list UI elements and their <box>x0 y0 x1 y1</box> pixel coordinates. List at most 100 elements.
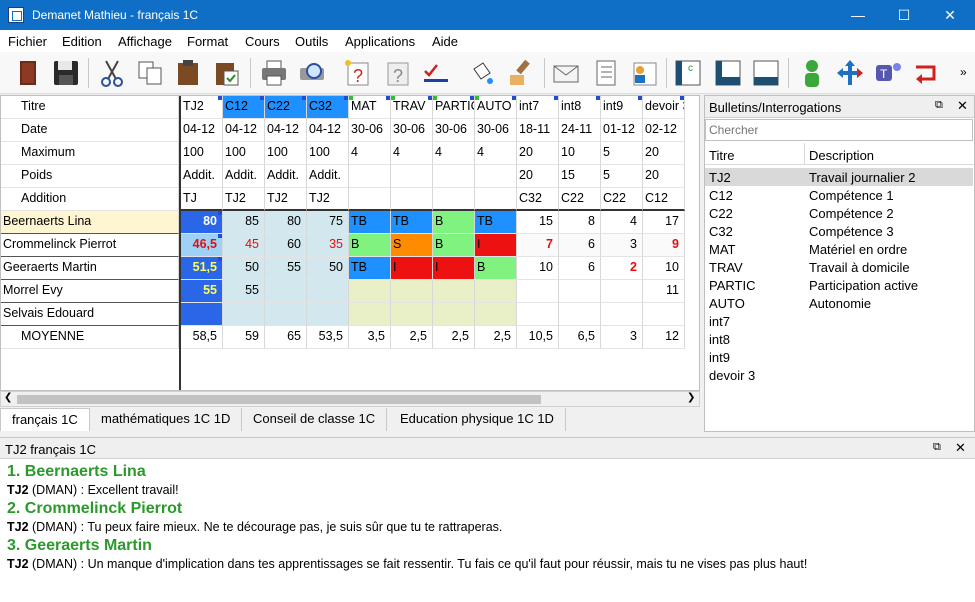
tab-education-physique-1c-1d[interactable]: Education physique 1C 1D <box>389 408 566 431</box>
list-form-icon[interactable] <box>590 57 622 89</box>
grade-cell[interactable]: I <box>475 234 517 257</box>
grade-cell[interactable] <box>559 303 601 326</box>
col-titre[interactable]: devoir 3 <box>643 96 685 119</box>
student-name[interactable]: Selvais Edouard <box>1 303 179 326</box>
menu-aide[interactable]: Aide <box>432 34 458 49</box>
grade-cell[interactable] <box>601 303 643 326</box>
tab-francais-1c[interactable]: français 1C <box>0 408 90 431</box>
book-icon[interactable] <box>12 57 44 89</box>
list-item[interactable]: C22 Compétence 2 <box>705 204 973 222</box>
grade-cell[interactable]: S <box>391 234 433 257</box>
student-name[interactable]: Crommelinck Pierrot <box>1 234 179 257</box>
col-titre[interactable]: PARTIC <box>433 96 475 119</box>
panel-close-icon[interactable]: ✕ <box>955 440 966 456</box>
grade-cell[interactable]: I <box>391 257 433 280</box>
grade-cell[interactable]: 11 <box>643 280 685 303</box>
print-icon[interactable] <box>258 57 290 89</box>
grade-cell[interactable]: TB <box>349 257 391 280</box>
grade-cell[interactable] <box>181 303 223 326</box>
grade-cell[interactable] <box>265 303 307 326</box>
restore-icon[interactable]: ⧉ <box>933 441 941 454</box>
grade-cell[interactable]: 51,5 <box>181 257 223 280</box>
list-item[interactable]: C32 Compétence 3 <box>705 222 973 240</box>
grade-cell[interactable]: 2 <box>601 257 643 280</box>
grade-cell[interactable] <box>475 303 517 326</box>
tab-conseil-de-classe-1c[interactable]: Conseil de classe 1C <box>242 408 388 431</box>
col-titre[interactable]: AUTO <box>475 96 517 119</box>
grade-cell[interactable]: B <box>433 234 475 257</box>
grade-cell[interactable]: 50 <box>223 257 265 280</box>
maximize-icon[interactable]: ☐ <box>881 0 927 30</box>
grade-cell[interactable]: 6 <box>559 257 601 280</box>
grade-cell[interactable]: 10 <box>643 257 685 280</box>
panel-close-icon[interactable]: ✕ <box>957 98 968 114</box>
grade-cell[interactable] <box>643 303 685 326</box>
grade-cell[interactable]: 60 <box>265 234 307 257</box>
list-item[interactable]: devoir 3 <box>705 366 973 384</box>
menu-applications[interactable]: Applications <box>345 34 415 49</box>
grade-cell[interactable]: 17 <box>643 211 685 234</box>
restore-icon[interactable]: ⧉ <box>935 99 943 112</box>
col-titre[interactable]: int7 <box>517 96 559 119</box>
horizontal-scrollbar[interactable]: ❮ ❯ <box>0 391 700 407</box>
grade-cell[interactable]: 6 <box>559 234 601 257</box>
grade-cell[interactable]: 75 <box>307 211 349 234</box>
grade-cell[interactable]: 3 <box>601 234 643 257</box>
col-titre[interactable]: C12 <box>223 96 265 119</box>
grade-cell[interactable]: TB <box>391 211 433 234</box>
grade-cell[interactable] <box>391 280 433 303</box>
grade-cell[interactable]: B <box>433 211 475 234</box>
cut-icon[interactable] <box>96 57 128 89</box>
list-item[interactable]: int7 <box>705 312 973 330</box>
person-icon[interactable] <box>796 57 828 89</box>
save-icon[interactable] <box>50 57 82 89</box>
grade-cell[interactable]: B <box>475 257 517 280</box>
user-card-icon[interactable] <box>628 57 660 89</box>
col-titre[interactable]: TRAV <box>391 96 433 119</box>
col-titre[interactable]: TJ2 <box>181 96 223 119</box>
tab-mathematiques-1c-1d[interactable]: mathématiques 1C 1D <box>90 408 243 431</box>
list-item[interactable]: PARTIC Participation active <box>705 276 973 294</box>
student-name[interactable]: Beernaerts Lina <box>1 211 179 234</box>
grade-cell[interactable]: 80 <box>265 211 307 234</box>
grade-cell[interactable] <box>223 303 265 326</box>
list-item[interactable]: MAT Matériel en ordre <box>705 240 973 258</box>
col-description[interactable]: Description <box>809 148 874 163</box>
grade-cell[interactable]: 45 <box>223 234 265 257</box>
student-name[interactable]: Morrel Evy <box>1 280 179 303</box>
menu-edition[interactable]: Edition <box>62 34 102 49</box>
grade-cell[interactable]: B <box>349 234 391 257</box>
scrollbar-thumb[interactable] <box>17 395 541 404</box>
grade-cell[interactable]: TB <box>475 211 517 234</box>
search-input[interactable] <box>705 119 973 141</box>
panel-both-icon[interactable] <box>750 57 782 89</box>
toolbar-overflow[interactable]: » <box>960 65 967 79</box>
grade-cell[interactable] <box>433 303 475 326</box>
grade-cell[interactable] <box>601 280 643 303</box>
grade-cell[interactable] <box>559 280 601 303</box>
minimize-icon[interactable]: — <box>835 0 881 30</box>
help-question-icon[interactable]: ? <box>342 57 374 89</box>
list-item[interactable]: int8 <box>705 330 973 348</box>
grade-cell[interactable]: 85 <box>223 211 265 234</box>
close-icon[interactable]: ✕ <box>927 0 973 30</box>
scroll-right-icon[interactable]: ❯ <box>687 392 695 403</box>
grade-cell[interactable]: 55 <box>223 280 265 303</box>
brush-icon[interactable] <box>504 57 536 89</box>
grade-cell[interactable] <box>517 303 559 326</box>
menu-outils[interactable]: Outils <box>295 34 328 49</box>
grade-cell[interactable] <box>349 303 391 326</box>
grade-cell[interactable]: 50 <box>307 257 349 280</box>
checklist-icon[interactable] <box>420 57 452 89</box>
col-titre[interactable]: int9 <box>601 96 643 119</box>
col-titre[interactable]: C22 <box>265 96 307 119</box>
return-arrow-icon[interactable] <box>910 57 942 89</box>
col-titre[interactable]: MAT <box>349 96 391 119</box>
panel-bottom-icon[interactable] <box>712 57 744 89</box>
list-item[interactable]: TJ2 Travail journalier 2 <box>705 168 973 186</box>
grade-cell[interactable]: 15 <box>517 211 559 234</box>
col-titre[interactable]: C32 <box>307 96 349 119</box>
grade-cell[interactable]: 4 <box>601 211 643 234</box>
grade-cell[interactable]: 55 <box>265 257 307 280</box>
copy-icon[interactable] <box>134 57 166 89</box>
